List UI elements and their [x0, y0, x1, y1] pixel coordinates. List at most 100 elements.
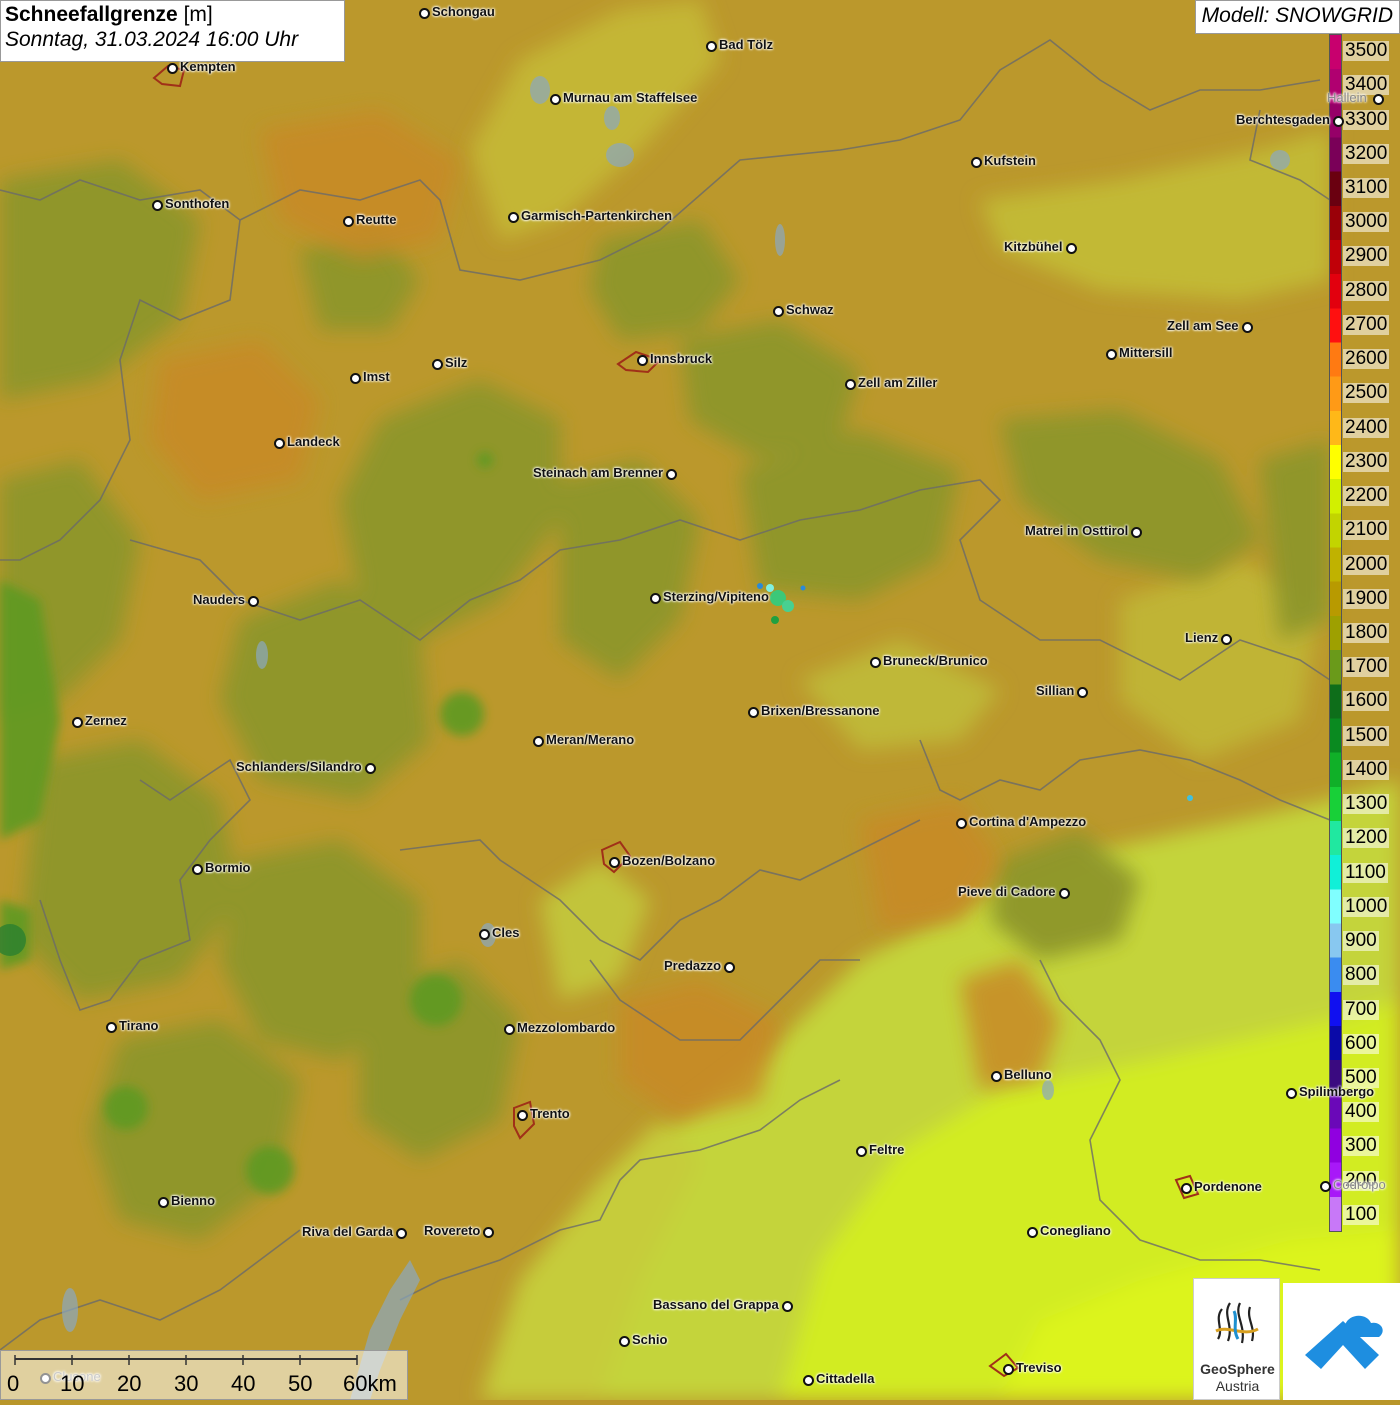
city-marker — [350, 373, 361, 384]
city-marker — [508, 212, 519, 223]
scale-label: 10 — [60, 1371, 85, 1396]
city-marker — [517, 1110, 528, 1121]
city-label: Hallein — [1327, 90, 1367, 105]
legend-label: 300 — [1343, 1135, 1379, 1157]
city-label: Schwaz — [786, 302, 834, 317]
city-marker — [1131, 527, 1142, 538]
legend-label: 400 — [1343, 1101, 1379, 1123]
city-marker — [782, 1301, 793, 1312]
city-marker — [533, 736, 544, 747]
legend-label: 2200 — [1343, 485, 1390, 507]
city-marker — [666, 469, 677, 480]
city-marker — [748, 707, 759, 718]
scale-label: 60km — [343, 1371, 397, 1396]
city-label: Lienz — [1185, 630, 1219, 645]
city-label: Nauders — [193, 592, 246, 607]
legend-label: 3500 — [1343, 40, 1390, 62]
scale-label: 50 — [288, 1371, 313, 1396]
city-marker — [773, 306, 784, 317]
city-marker — [1242, 322, 1253, 333]
city-label: Predazzo — [664, 958, 722, 973]
city-marker — [396, 1228, 407, 1239]
city-marker — [1106, 349, 1117, 360]
city-marker — [856, 1146, 867, 1157]
city-marker — [609, 857, 620, 868]
city-label: Zell am See — [1167, 318, 1239, 333]
city-label: Spilimbergo — [1299, 1084, 1375, 1099]
legend-label: 1100 — [1343, 861, 1388, 883]
city-label: Landeck — [287, 434, 340, 449]
city-label: Berchtesgaden — [1236, 112, 1330, 127]
legend-label: 1900 — [1343, 587, 1390, 609]
city-marker — [152, 200, 163, 211]
city-label: Belluno — [1004, 1067, 1052, 1082]
legend-label: 800 — [1343, 964, 1379, 986]
snow-app-logo[interactable] — [1283, 1283, 1400, 1400]
scale-bar: 0 10 20 30 40 50 60km — [0, 1350, 408, 1400]
city-marker — [1221, 634, 1232, 645]
legend-label: 1600 — [1343, 690, 1390, 712]
legend-label: 900 — [1343, 930, 1379, 952]
scale-label: 0 — [7, 1371, 20, 1396]
city-marker — [432, 359, 443, 370]
map-title-box: Schneefallgrenze [m] Sonntag, 31.03.2024… — [0, 0, 345, 62]
city-label: Sonthofen — [165, 196, 230, 211]
legend-label: 3300 — [1343, 108, 1390, 130]
city-marker — [971, 157, 982, 168]
city-label: Mezzolombardo — [517, 1020, 616, 1035]
legend-label: 3000 — [1343, 211, 1390, 233]
legend-color-bar — [1329, 34, 1342, 1232]
city-marker — [724, 962, 735, 973]
legend-label: 2400 — [1343, 416, 1390, 438]
city-marker — [72, 717, 83, 728]
city-label: Bormio — [205, 860, 251, 875]
city-label: Sterzing/Vipiteno — [663, 589, 769, 604]
legend-label: 2700 — [1343, 313, 1390, 335]
city-label: Brixen/Bressanone — [761, 703, 880, 718]
city-label: Feltre — [869, 1142, 905, 1157]
city-label: Schongau — [432, 4, 495, 19]
city-marker — [419, 8, 430, 19]
city-marker — [343, 216, 354, 227]
logo-name-line1: GeoSphere — [1200, 1361, 1275, 1377]
city-label: Conegliano — [1040, 1223, 1111, 1238]
city-marker — [619, 1336, 630, 1347]
legend-label: 3200 — [1343, 142, 1390, 164]
city-marker — [274, 438, 285, 449]
city-label: Pieve di Cadore — [958, 884, 1056, 899]
city-label: Schio — [632, 1332, 668, 1347]
city-marker — [167, 63, 178, 74]
city-label: Schlanders/Silandro — [236, 759, 362, 774]
geosphere-logo[interactable]: GeoSphere Austria — [1193, 1278, 1280, 1400]
legend-label: 2500 — [1343, 382, 1390, 404]
city-marker — [1077, 687, 1088, 698]
city-marker — [1320, 1181, 1331, 1192]
city-label: Cles — [492, 925, 520, 940]
city-label: Riva del Garda — [302, 1224, 394, 1239]
legend-label: 2000 — [1343, 553, 1390, 575]
city-marker — [1059, 888, 1070, 899]
city-label: Zernez — [85, 713, 127, 728]
map-datetime: Sonntag, 31.03.2024 16:00 Uhr — [5, 28, 299, 51]
cloud-mountain-icon — [1305, 1315, 1383, 1369]
city-label: Kitzbühel — [1004, 239, 1063, 254]
city-marker — [158, 1197, 169, 1208]
legend-label: 1200 — [1343, 827, 1390, 849]
city-marker — [803, 1375, 814, 1386]
city-marker — [1181, 1183, 1192, 1194]
city-marker — [706, 41, 717, 52]
city-label: Garmisch-Partenkirchen — [521, 208, 673, 223]
city-label: Matrei in Osttirol — [1025, 523, 1129, 538]
city-marker — [365, 763, 376, 774]
legend-label: 1400 — [1343, 758, 1390, 780]
city-label: Trento — [530, 1106, 570, 1121]
city-label: Mittersill — [1119, 345, 1173, 360]
logo-name-line2: Austria — [1215, 1378, 1260, 1394]
city-label: Treviso — [1016, 1360, 1062, 1375]
city-label: Cortina d'Ampezzo — [969, 814, 1087, 829]
city-label: Bassano del Grappa — [653, 1297, 779, 1312]
city-label: Rovereto — [424, 1223, 481, 1238]
city-label: Pordenone — [1194, 1179, 1262, 1194]
legend-label: 1000 — [1343, 895, 1390, 917]
scale-label: 30 — [174, 1371, 199, 1396]
